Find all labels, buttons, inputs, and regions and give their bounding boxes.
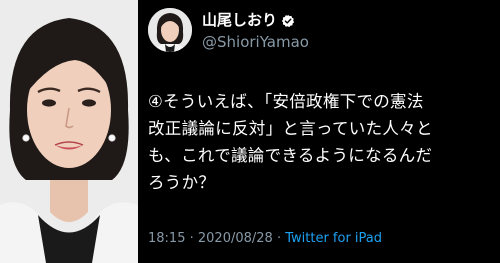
tweet-card: 山尾しおり @ShioriYamao ④そういえば、「安倍政権下での憲法 改正議… — [138, 0, 500, 263]
name-row: 山尾しおり — [202, 11, 295, 29]
meta-separator: · — [185, 231, 198, 246]
tweet-time: 18:15 — [148, 231, 186, 246]
display-name[interactable]: 山尾しおり — [202, 11, 277, 29]
avatar[interactable] — [148, 8, 192, 52]
tweet-date[interactable]: 2020/08/28 — [198, 231, 273, 246]
tweet-meta: 18:15 · 2020/08/28 · Twitter for iPad — [148, 231, 382, 247]
profile-portrait — [0, 0, 138, 263]
meta-separator: · — [272, 231, 286, 246]
tweet-text: ④そういえば、「安倍政権下での憲法 改正議論に反対」と言っていた人々と も、これ… — [148, 92, 433, 192]
tweet-client-link[interactable]: Twitter for iPad — [285, 231, 382, 246]
user-handle[interactable]: @ShioriYamao — [202, 33, 309, 51]
verified-badge-icon — [281, 13, 295, 28]
